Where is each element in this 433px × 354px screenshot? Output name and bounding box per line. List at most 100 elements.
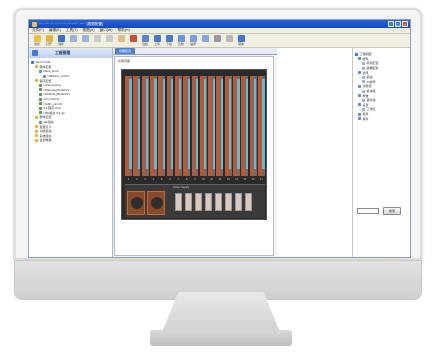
toolbar-button-copy[interactable]: [104, 35, 114, 42]
toolbar-button-connect[interactable]: 连接: [140, 35, 150, 46]
undo-icon: [69, 35, 77, 42]
io-module[interactable]: [175, 193, 182, 211]
module-card[interactable]: [241, 76, 249, 176]
io-module[interactable]: [215, 193, 222, 211]
module-card[interactable]: [233, 76, 240, 176]
tree-node-label: 工程视图: [359, 52, 372, 57]
item-icon: [362, 107, 365, 111]
menu-view[interactable]: 视图(V): [83, 28, 95, 33]
toolbar-button-cut[interactable]: [92, 35, 102, 42]
program-icon: [39, 83, 42, 87]
toolbar-button-new[interactable]: 新建: [32, 35, 42, 46]
slot-number: 10: [201, 178, 205, 181]
slot-number: 11: [210, 178, 213, 181]
slot-number: 2: [136, 178, 138, 181]
module-card[interactable]: [125, 76, 132, 176]
power-supply-unit[interactable]: [127, 191, 145, 215]
folder-icon: [35, 134, 38, 138]
right-area: 工程视图 硬件 机架配置 插槽配置 通讯 模块 IO信号 诊断组 模块组 参数 …: [277, 48, 410, 257]
slot-number: 15: [243, 178, 247, 181]
slot-number: 1: [127, 178, 130, 181]
open-folder-icon: [45, 35, 53, 42]
menu-file[interactable]: 文件(F): [32, 28, 44, 33]
power-supply-unit[interactable]: [147, 191, 165, 215]
module-card[interactable]: [258, 76, 265, 176]
tree-node-label: 功能模块: [39, 129, 52, 134]
module-card[interactable]: [133, 76, 141, 176]
module-card[interactable]: [141, 76, 149, 176]
module-card[interactable]: [191, 76, 199, 176]
tree-node-label: UuR6c4pg5G4ktGV: [43, 92, 71, 97]
menu-tools[interactable]: 工具(T): [66, 28, 78, 33]
upload-icon: [153, 35, 161, 42]
search-button[interactable]: 搜索: [383, 207, 401, 215]
toolbar-button-redo[interactable]: [80, 35, 90, 42]
folder-icon: [358, 112, 361, 116]
slot-number: 9: [194, 178, 196, 181]
tree-node[interactable]: 监视数据: [31, 138, 110, 143]
close-button[interactable]: ×: [402, 21, 408, 27]
tab-strip: 视图配置: [113, 48, 277, 55]
module-card[interactable]: [249, 76, 257, 176]
toolbar-label: 下载: [166, 42, 172, 46]
window-titlebar[interactable]: ···· ···· ··· ····· ··· ·········· ·····…: [29, 20, 410, 28]
io-module[interactable]: [205, 193, 212, 211]
folder-icon: [35, 125, 38, 129]
app-icon: [32, 21, 37, 27]
slot-number: 7: [177, 178, 179, 181]
toolbar-button-help[interactable]: [224, 35, 234, 42]
module-card[interactable]: [216, 76, 224, 176]
io-module[interactable]: [245, 193, 252, 211]
toolbar-button-undo[interactable]: [68, 35, 78, 42]
menu-edit[interactable]: 编辑(E): [49, 28, 61, 33]
item-icon: [362, 61, 365, 65]
monitor-base: [150, 330, 292, 346]
toolbar-button-info[interactable]: 帮助: [236, 35, 246, 46]
tree-node-label: 模块组: [366, 89, 376, 94]
tree-node-label: 事件组: [366, 98, 376, 103]
module-card[interactable]: [199, 76, 207, 176]
io-module[interactable]: [185, 193, 192, 211]
module-card[interactable]: [174, 76, 182, 176]
folder-icon: [35, 138, 38, 142]
search-input[interactable]: [357, 208, 379, 214]
toolbar-button-paste[interactable]: [116, 35, 126, 42]
io-module[interactable]: [235, 193, 242, 211]
module-card[interactable]: [158, 76, 166, 176]
toolbar-button-download[interactable]: 下载: [164, 35, 174, 46]
item-icon: [362, 89, 365, 93]
io-module[interactable]: [195, 193, 202, 211]
tree-node[interactable]: 事件: [355, 116, 408, 121]
toolbar-button-settings[interactable]: [212, 35, 222, 42]
blank-canvas[interactable]: [277, 48, 353, 257]
module-card[interactable]: [208, 76, 216, 176]
module-card[interactable]: [183, 76, 191, 176]
module-card[interactable]: [224, 76, 232, 176]
monitor-bezel: ···· ···· ··· ····· ··· ·········· ·····…: [14, 8, 422, 260]
compare-icon: [177, 35, 185, 42]
minimize-button[interactable]: _: [388, 21, 394, 27]
toolbar-button-save[interactable]: 保存: [56, 35, 66, 46]
tree-node-label: UI9Rack_Grub2: [47, 74, 70, 79]
menu-help[interactable]: 帮助(H): [118, 28, 130, 33]
toolbar-button-upload[interactable]: 上传: [152, 35, 162, 46]
toolbar-button-monitor[interactable]: [200, 35, 210, 42]
tab-view-config[interactable]: 视图配置: [115, 48, 136, 54]
program-icon: [39, 97, 42, 101]
toolbar-button-compare[interactable]: 比较: [176, 35, 186, 46]
menu-window[interactable]: 窗口(W): [100, 28, 113, 33]
toolbar-button-open[interactable]: 打开: [44, 35, 54, 46]
io-module[interactable]: [225, 193, 232, 211]
module-card[interactable]: [166, 76, 174, 176]
tree-node-label: 监视数据: [39, 138, 52, 143]
slot-number: 16: [251, 178, 255, 181]
toolbar-label: 上传: [154, 42, 160, 46]
toolbar-button-delete[interactable]: [128, 35, 138, 42]
tree-node-label: U4Sruckprog: [43, 83, 62, 88]
folder-icon: [35, 65, 38, 69]
power-supply-bay: Power Supply: [125, 184, 265, 218]
toolbar-label: 打开: [46, 42, 52, 46]
module-card[interactable]: [149, 76, 157, 176]
toolbar-button-compile[interactable]: 编译: [188, 35, 198, 46]
maximize-button[interactable]: □: [395, 21, 401, 27]
